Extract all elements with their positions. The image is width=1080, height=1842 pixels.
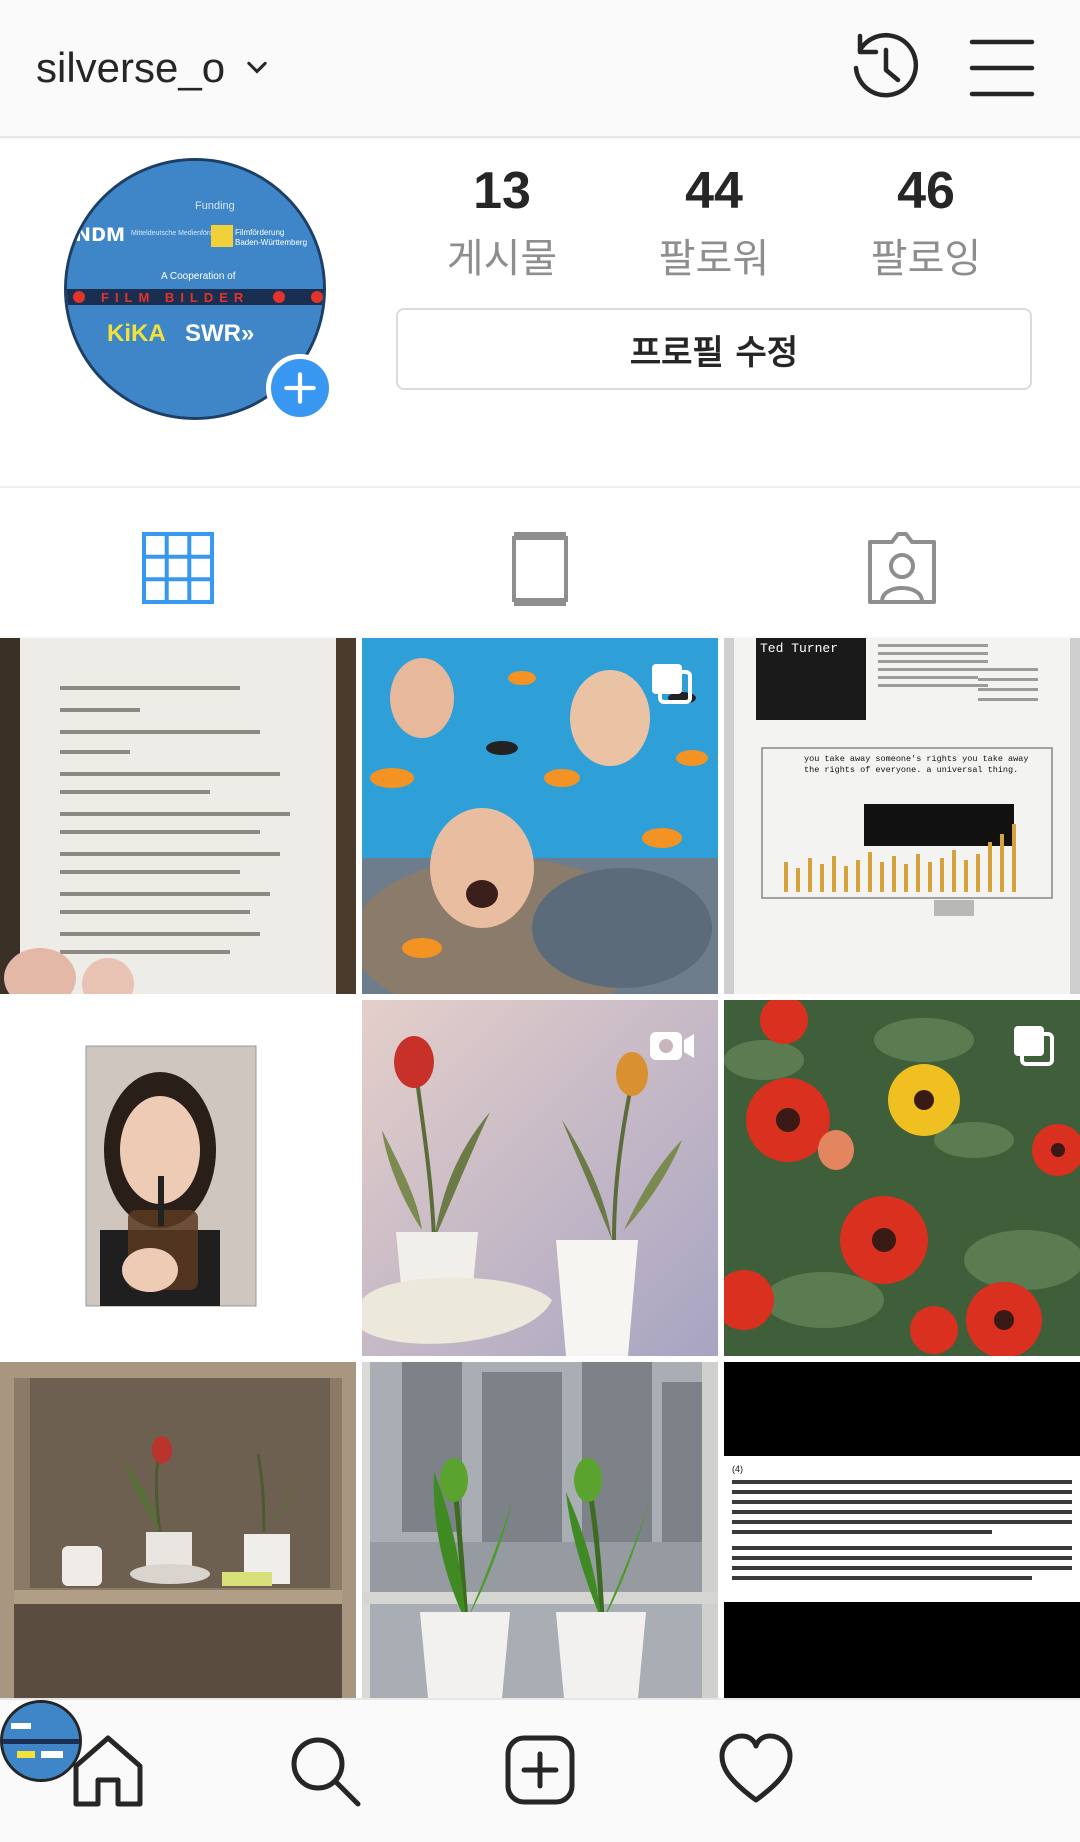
account-switcher[interactable]: silverse_o <box>36 44 271 92</box>
followers-count-label: 팔로워 <box>658 237 770 282</box>
svg-text:SWR»: SWR» <box>185 320 254 347</box>
post-grid: Ted Turner you take away someone's right… <box>0 638 1080 1698</box>
history-icon[interactable] <box>846 28 926 108</box>
post-image: (4) <box>724 1362 1080 1698</box>
add-story-icon[interactable] <box>266 354 334 422</box>
chevron-down-icon <box>247 61 267 74</box>
post-thumbnail[interactable] <box>362 1362 718 1698</box>
bottom-nav <box>0 1698 1080 1842</box>
tagged-icon[interactable] <box>862 528 942 608</box>
following-count-value: 46 <box>897 162 955 220</box>
post-thumbnail[interactable] <box>0 1362 356 1698</box>
menu-icon[interactable] <box>962 28 1042 108</box>
profile-section: Funding ɴᴅᴍ Mitteldeutsche Medienförderu… <box>0 140 1080 486</box>
home-icon[interactable] <box>68 1730 148 1810</box>
post-quote-text: you take away someone's rights you take … <box>804 754 1029 775</box>
following-count-label: 팔로잉 <box>870 237 982 282</box>
heart-icon[interactable] <box>716 1730 796 1810</box>
post-image <box>0 638 356 994</box>
username-label: silverse_o <box>36 44 226 91</box>
followers-count-value: 44 <box>685 162 743 220</box>
post-thumbnail[interactable] <box>362 1000 718 1356</box>
top-bar: silverse_o <box>0 0 1080 138</box>
post-image <box>362 1362 718 1698</box>
posts-count-label: 게시물 <box>446 237 558 282</box>
post-image <box>0 1362 356 1698</box>
following-count[interactable]: 46 팔로잉 <box>826 160 1026 284</box>
post-image <box>0 1000 356 1356</box>
post-thumbnail[interactable] <box>724 1000 1080 1356</box>
igtv-icon[interactable] <box>500 528 580 608</box>
profile-tabs <box>0 486 1080 636</box>
grid-icon[interactable] <box>138 528 218 608</box>
post-thumbnail[interactable] <box>362 638 718 994</box>
carousel-icon <box>1014 1026 1054 1066</box>
svg-text:Baden-Württemberg: Baden-Württemberg <box>235 238 307 247</box>
edit-profile-button[interactable]: 프로필 수정 <box>396 308 1032 390</box>
svg-text:FILM BILDER: FILM BILDER <box>101 290 249 305</box>
post-image: Ted Turner you take away someone's right… <box>724 638 1080 994</box>
posts-count-value: 13 <box>473 162 531 220</box>
svg-text:A Cooperation of: A Cooperation of <box>161 271 236 282</box>
svg-text:Funding: Funding <box>195 200 235 212</box>
add-post-icon[interactable] <box>500 1730 580 1810</box>
post-thumbnail[interactable]: (4) <box>724 1362 1080 1698</box>
post-thumbnail[interactable]: Ted Turner you take away someone's right… <box>724 638 1080 994</box>
svg-text:Filmförderung: Filmförderung <box>235 228 284 237</box>
post-thumbnail[interactable] <box>0 638 356 994</box>
carousel-icon <box>652 664 692 704</box>
svg-text:(4): (4) <box>732 1464 743 1474</box>
search-icon[interactable] <box>284 1730 364 1810</box>
svg-text:ɴᴅᴍ: ɴᴅᴍ <box>75 217 125 247</box>
svg-text:KiKA: KiKA <box>107 320 166 347</box>
posts-count[interactable]: 13 게시물 <box>402 160 602 284</box>
video-icon <box>650 1032 694 1060</box>
post-thumbnail[interactable] <box>0 1000 356 1356</box>
svg-text:Ted Turner: Ted Turner <box>760 641 838 656</box>
followers-count[interactable]: 44 팔로워 <box>614 160 814 284</box>
